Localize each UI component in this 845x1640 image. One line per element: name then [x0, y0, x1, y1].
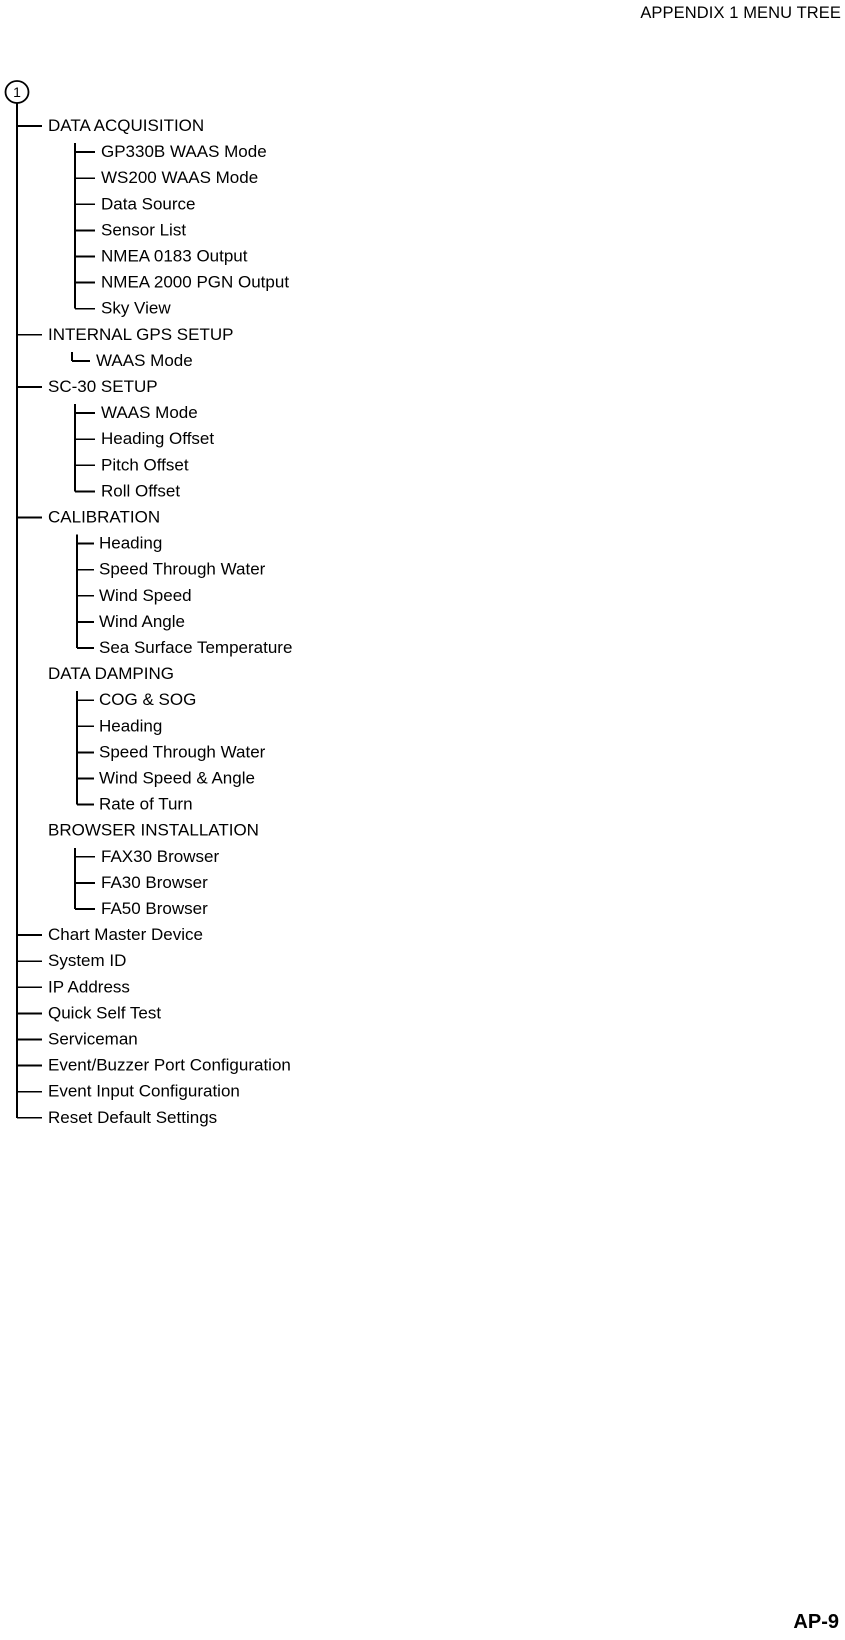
tree-node-labels: 1 DATA ACQUISITION GP330B WAAS Mode WS200 W… [13, 84, 292, 1127]
tree-child-label: Heading Offset [101, 429, 214, 448]
tree-child-label: NMEA 0183 Output [101, 247, 248, 266]
page-footer: AP-9 [0, 1594, 845, 1640]
tree-node-label: DATA ACQUISITION [48, 116, 204, 135]
tree-child-label: FA30 Browser [101, 873, 208, 892]
tree-child-label: WAAS Mode [96, 351, 193, 370]
tree-child-label: COG & SOG [99, 690, 196, 709]
tree-child-label: Data Source [101, 194, 196, 213]
tree-child-label: Heading [99, 534, 162, 553]
tree-child-label: Heading [99, 716, 162, 735]
tree-child-label: WS200 WAAS Mode [101, 168, 258, 187]
tree-child-label: FA50 Browser [101, 899, 208, 918]
tree-node-label: SC-30 SETUP [48, 377, 158, 396]
tree-child-label: Wind Speed [99, 586, 192, 605]
root-node-badge-label: 1 [13, 84, 21, 100]
tree-node-label: Reset Default Settings [48, 1108, 217, 1127]
tree-child-label: GP330B WAAS Mode [101, 142, 267, 161]
tree-node-label: INTERNAL GPS SETUP [48, 325, 233, 344]
tree-node-label: Event/Buzzer Port Configuration [48, 1056, 291, 1075]
tree-child-label: Pitch Offset [101, 455, 189, 474]
tree-node-label: Quick Self Test [48, 1003, 161, 1022]
tree-child-label: Rate of Turn [99, 795, 193, 814]
tree-child-label: Speed Through Water [99, 742, 266, 761]
tree-child-label: Wind Angle [99, 612, 185, 631]
tree-node-label: CALIBRATION [48, 508, 160, 527]
tree-node-label: BROWSER INSTALLATION [48, 821, 259, 840]
tree-node-label: DATA DAMPING [48, 664, 174, 683]
tree-node-label: Chart Master Device [48, 925, 203, 944]
tree-node-label: IP Address [48, 977, 130, 996]
tree-child-label: Sea Surface Temperature [99, 638, 292, 657]
tree-child-label: NMEA 2000 PGN Output [101, 273, 289, 292]
page-number: AP-9 [793, 1611, 839, 1633]
tree-node-label: Event Input Configuration [48, 1082, 240, 1101]
tree-child-label: Roll Offset [101, 481, 180, 500]
tree-child-label: Wind Speed & Angle [99, 769, 255, 788]
tree-node-label: Serviceman [48, 1030, 138, 1049]
tree-child-label: FAX30 Browser [101, 847, 219, 866]
menu-tree-diagram: 1 DATA ACQUISITION GP330B WAAS Mode WS200 W… [0, 0, 845, 1200]
tree-child-label: Speed Through Water [99, 560, 266, 579]
tree-child-label: Sensor List [101, 220, 186, 239]
tree-node-label: System ID [48, 951, 126, 970]
menu-tree-svg: 1 DATA ACQUISITION GP330B WAAS Mode WS200 W… [4, 80, 292, 1127]
tree-child-label: WAAS Mode [101, 403, 198, 422]
tree-child-label: Sky View [101, 299, 171, 318]
